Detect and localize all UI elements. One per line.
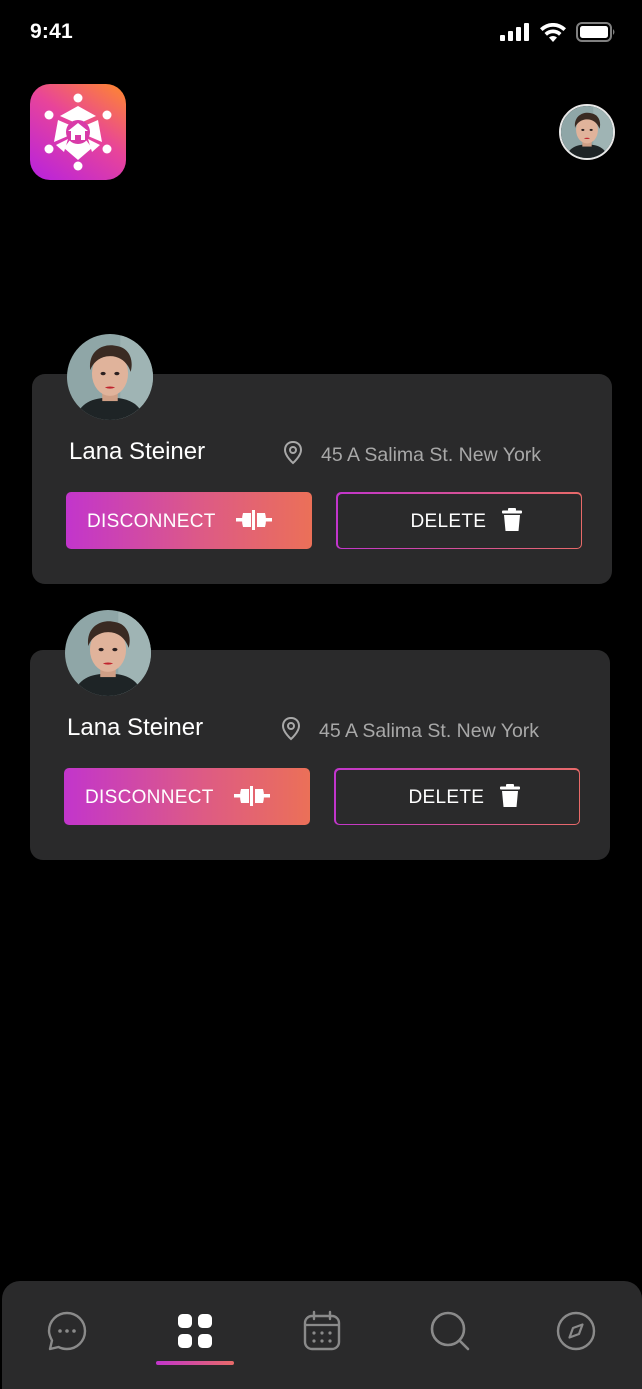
nav-search[interactable] <box>428 1309 472 1353</box>
delete-label: DELETE <box>410 510 487 532</box>
search-icon <box>430 1311 470 1351</box>
nav-explore[interactable] <box>554 1309 598 1353</box>
avatar <box>65 610 151 696</box>
disconnect-label: DISCONNECT <box>87 511 216 532</box>
contact-avatar <box>67 334 153 420</box>
delete-label: DELETE <box>408 786 485 808</box>
disconnect-button[interactable]: DISCONNECT <box>66 492 312 549</box>
location-pin-icon <box>281 716 301 741</box>
location-pin-icon <box>283 440 303 465</box>
status-bar: 9:41 <box>0 0 642 64</box>
status-icons <box>500 22 616 42</box>
calendar-icon <box>303 1310 341 1351</box>
bottom-nav <box>2 1281 642 1389</box>
chat-icon <box>47 1311 87 1351</box>
delete-button[interactable]: DELETE <box>336 492 582 549</box>
contact-name: Lana Steiner <box>69 438 206 465</box>
app-logo[interactable] <box>30 84 126 180</box>
contact-avatar <box>65 610 151 696</box>
avatar <box>67 334 153 420</box>
grid-icon <box>178 1314 212 1348</box>
contact-address: 45 A Salima St. New York <box>321 444 542 466</box>
wifi-icon <box>540 22 566 42</box>
disconnect-button[interactable]: DISCONNECT <box>64 768 310 825</box>
unplug-icon <box>236 510 272 530</box>
contact-name: Lana Steiner <box>67 714 204 741</box>
contact-address: 45 A Salima St. New York <box>319 720 540 742</box>
active-tab-indicator <box>156 1361 234 1365</box>
status-time: 9:41 <box>30 20 73 43</box>
trash-icon <box>501 507 522 531</box>
signal-icon <box>500 23 529 41</box>
delete-button[interactable]: DELETE <box>334 768 580 825</box>
smart-home-hexagon-icon <box>44 93 112 171</box>
unplug-icon <box>234 786 270 806</box>
avatar <box>561 106 613 158</box>
compass-icon <box>556 1311 596 1351</box>
profile-avatar[interactable] <box>559 104 615 160</box>
disconnect-label: DISCONNECT <box>85 787 214 808</box>
nav-dashboard[interactable] <box>173 1309 217 1353</box>
nav-calendar[interactable] <box>300 1309 344 1353</box>
nav-chat[interactable] <box>45 1309 89 1353</box>
trash-icon <box>499 783 520 807</box>
battery-icon <box>576 22 615 42</box>
